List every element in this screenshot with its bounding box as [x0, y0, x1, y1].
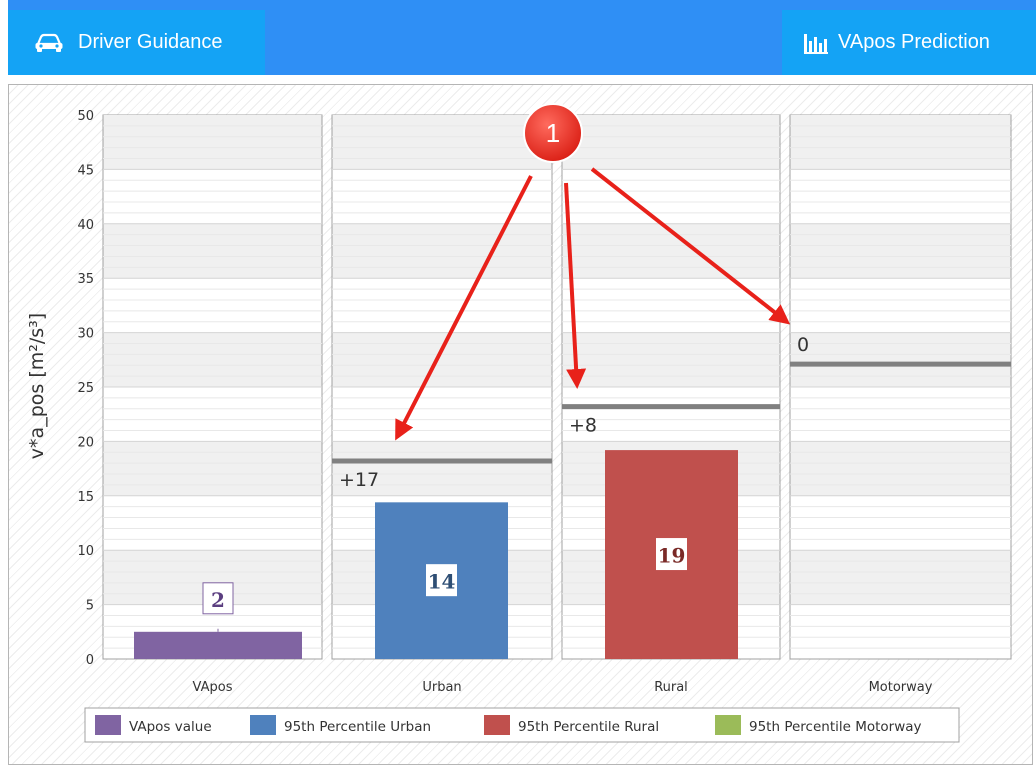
grid-band: [332, 332, 552, 387]
legend-label: 95th Percentile Motorway: [749, 719, 922, 735]
y-tick-label: 40: [77, 218, 94, 233]
grid-band: [790, 550, 1011, 605]
annotation-badge-number: 1: [546, 118, 560, 148]
threshold-label: +8: [569, 415, 597, 437]
grid-band: [790, 441, 1011, 496]
x-category-label: Urban: [422, 680, 461, 695]
y-tick-label: 35: [77, 272, 94, 287]
x-category-label: Motorway: [869, 680, 933, 695]
legend-label: VApos value: [129, 719, 212, 735]
grid-band: [103, 115, 322, 170]
grid-band: [332, 223, 552, 279]
value-label: 14: [428, 570, 456, 594]
grid-band: [790, 115, 1011, 170]
y-tick-label: 5: [86, 599, 94, 614]
x-category-label: Rural: [654, 680, 688, 695]
grid-band: [103, 441, 322, 496]
y-tick-label: 10: [77, 544, 94, 559]
legend-swatch: [484, 715, 510, 735]
y-tick-label: 15: [77, 490, 94, 505]
chart-pane-motorway: 0 Motorway: [789, 114, 1012, 695]
value-label: 19: [658, 544, 686, 568]
y-tick-label: 20: [77, 435, 94, 450]
grid-band: [562, 115, 780, 170]
vapos-chart: v*a_pos [m²/s³] 05101520253035404550 2VA…: [26, 103, 1012, 743]
y-tick-label: 50: [77, 109, 94, 124]
grid-band: [562, 332, 780, 387]
y-tick-label: 45: [77, 163, 94, 178]
threshold-label: +17: [339, 469, 379, 491]
x-category-label: VApos: [193, 680, 233, 695]
y-tick-label: 30: [77, 327, 94, 342]
y-tick-label: 25: [77, 381, 94, 396]
legend-swatch: [250, 715, 276, 735]
grid-band: [790, 223, 1011, 279]
y-tick-label: 0: [86, 653, 94, 668]
legend-swatch: [95, 715, 121, 735]
legend-label: 95th Percentile Urban: [284, 719, 431, 735]
grid-band: [103, 223, 322, 279]
chart-pane-vapos: 2 VApos: [102, 114, 323, 695]
grid-band: [332, 115, 552, 170]
threshold-label: 0: [797, 334, 809, 356]
legend-label: 95th Percentile Rural: [518, 719, 659, 735]
grid-band: [790, 332, 1011, 387]
chart-pane-rural: 19 +8 Rural: [561, 114, 781, 695]
value-label: 2: [211, 588, 225, 612]
grid-band: [103, 332, 322, 387]
bar-vapos: [134, 631, 302, 659]
legend-swatch: [715, 715, 741, 735]
y-axis-title: v*a_pos [m²/s³]: [26, 313, 48, 459]
